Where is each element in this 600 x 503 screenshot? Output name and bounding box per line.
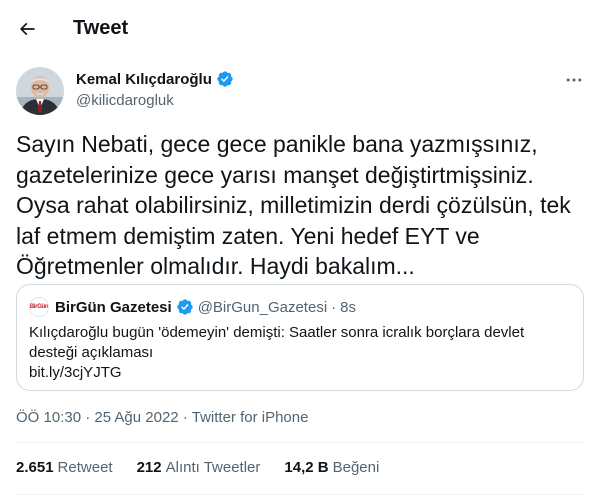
quoted-tweet-time[interactable]: 8s: [340, 299, 356, 316]
quoted-tweet-link[interactable]: bit.ly/3cjYJTG: [29, 363, 569, 383]
author-name[interactable]: Kemal Kılıçdaroğlu: [76, 71, 212, 88]
retweets-count: 2.651: [16, 459, 54, 476]
quote-tweets-count: 212: [136, 459, 162, 476]
author-handle[interactable]: @kilicdarogluk: [76, 92, 174, 109]
more-options-button[interactable]: [562, 68, 586, 92]
divider: [16, 494, 584, 495]
likes-label: Beğeni: [332, 459, 380, 476]
header: Tweet: [0, 0, 600, 56]
tweet-source[interactable]: Twitter for iPhone: [192, 409, 309, 426]
back-button[interactable]: [10, 12, 44, 46]
tweet-time[interactable]: ÖÖ 10:30: [16, 409, 81, 426]
quote-tweets-stat[interactable]: 212 Alıntı Tweetler: [137, 459, 261, 476]
likes-count: 14,2 B: [284, 459, 329, 476]
quoted-tweet-header: BirGün BirGün Gazetesi @BirGun_Gazetesi …: [29, 297, 356, 317]
likes-stat[interactable]: 14,2 B Beğeni: [284, 459, 379, 476]
tweet-date[interactable]: 25 Ağu 2022: [94, 409, 178, 426]
quoted-author-avatar: BirGün: [29, 297, 49, 317]
divider: [16, 442, 584, 443]
tweet-stats: 2.651 Retweet 212 Alıntı Tweetler 14,2 B…: [16, 459, 379, 476]
author-name-row: Kemal Kılıçdaroğlu: [76, 70, 234, 88]
tweet-page: Tweet Kemal Kılıçdaroğlu @kilicdarogluk: [0, 0, 600, 503]
tweet-meta: ÖÖ 10:30 · 25 Ağu 2022 · Twitter for iPh…: [16, 409, 308, 426]
separator-dot: ·: [85, 409, 91, 426]
quote-tweets-label: Alıntı Tweetler: [165, 459, 261, 476]
arrow-left-icon: [19, 22, 35, 36]
quoted-author-name[interactable]: BirGün Gazetesi: [55, 299, 172, 316]
quoted-tweet-body: Kılıçdaroğlu bugün 'ödemeyin' demişti: S…: [29, 323, 569, 383]
quoted-avatar-logo-text: BirGün: [29, 304, 49, 310]
retweets-stat[interactable]: 2.651 Retweet: [16, 459, 113, 476]
quoted-author-handle[interactable]: @BirGun_Gazetesi: [198, 299, 327, 316]
quoted-tweet-card[interactable]: BirGün BirGün Gazetesi @BirGun_Gazetesi …: [16, 284, 584, 391]
more-horizontal-icon: [566, 78, 582, 82]
separator-dot: ·: [331, 298, 337, 316]
retweets-label: Retweet: [57, 459, 113, 476]
verified-badge-icon: [177, 299, 193, 315]
tweet-text: Sayın Nebati, gece gece panikle bana yaz…: [16, 131, 578, 279]
page-title: Tweet: [73, 17, 129, 39]
avatar-portrait-icon: [16, 67, 64, 115]
author-avatar[interactable]: [16, 67, 64, 115]
separator-dot: ·: [182, 409, 188, 426]
verified-badge-icon: [217, 71, 233, 87]
quoted-tweet-text: Kılıçdaroğlu bugün 'ödemeyin' demişti: S…: [29, 324, 525, 361]
